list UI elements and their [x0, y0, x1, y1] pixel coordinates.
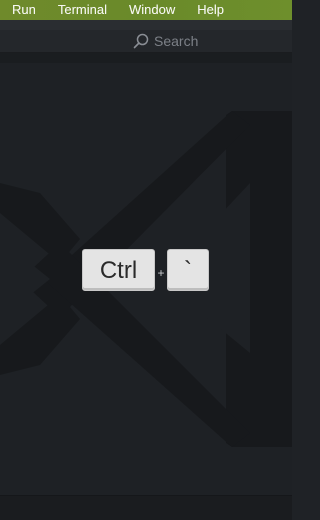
menu-bar: Run Terminal Window Help [0, 0, 292, 20]
tab-strip [0, 53, 292, 63]
search-placeholder: Search [154, 33, 199, 49]
keyboard-shortcut: Ctrl + ` [82, 246, 209, 294]
command-center-bar: Search [0, 30, 292, 53]
status-bar [0, 495, 292, 520]
keycap-ctrl: Ctrl [82, 249, 155, 291]
editor-empty-state: Ctrl + ` [0, 63, 292, 495]
title-bar [0, 20, 292, 30]
menu-terminal[interactable]: Terminal [58, 0, 107, 20]
app-window: Run Terminal Window Help Search Ctrl + ` [0, 0, 292, 520]
command-center-search[interactable]: Search [133, 32, 198, 50]
keycap-backtick: ` [167, 249, 209, 291]
search-icon [133, 33, 149, 49]
shortcut-plus: + [157, 266, 165, 280]
menu-run[interactable]: Run [12, 0, 36, 20]
menu-help[interactable]: Help [197, 0, 224, 20]
menu-window[interactable]: Window [129, 0, 175, 20]
